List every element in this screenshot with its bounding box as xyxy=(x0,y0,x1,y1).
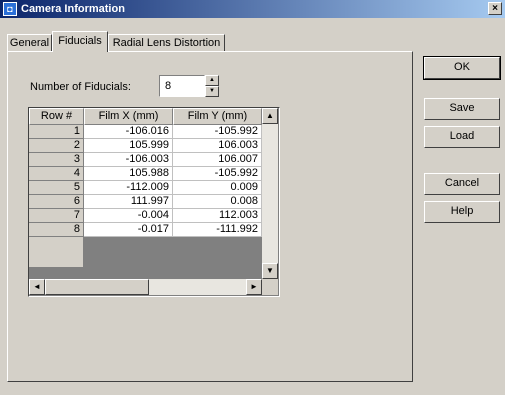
film-y-cell[interactable]: 0.009 xyxy=(173,181,262,195)
row-number-cell[interactable]: 7 xyxy=(29,209,84,223)
horizontal-scrollbar[interactable]: ◄ ► xyxy=(29,279,262,295)
ok-button[interactable]: OK xyxy=(423,56,501,80)
horizontal-scroll-thumb[interactable] xyxy=(45,279,149,295)
load-button[interactable]: Load xyxy=(424,126,500,148)
scrollbar-corner xyxy=(262,279,278,295)
number-of-fiducials-input[interactable]: 8 xyxy=(159,75,205,97)
film-y-cell[interactable]: -105.992 xyxy=(173,125,262,139)
tab-fiducials[interactable]: Fiducials xyxy=(52,31,108,52)
tab-radial-lens-distortion[interactable]: Radial Lens Distortion xyxy=(108,34,225,51)
row-number-cell[interactable]: 8 xyxy=(29,223,84,237)
fiducials-grid: Row # Film X (mm) Film Y (mm) 1 -106.016… xyxy=(28,107,280,297)
spin-up-icon[interactable]: ▲ xyxy=(205,75,219,86)
film-y-cell[interactable]: 112.003 xyxy=(173,209,262,223)
tab-general[interactable]: General xyxy=(7,34,52,51)
row-number-cell[interactable]: 5 xyxy=(29,181,84,195)
film-y-cell[interactable]: 106.003 xyxy=(173,139,262,153)
header-film-x[interactable]: Film X (mm) xyxy=(84,108,173,125)
film-x-cell[interactable]: -106.016 xyxy=(84,125,173,139)
film-x-cell[interactable]: 105.988 xyxy=(84,167,173,181)
title-bar: ◘ Camera Information × xyxy=(0,0,505,18)
row-number-cell[interactable]: 3 xyxy=(29,153,84,167)
help-button[interactable]: Help xyxy=(424,201,500,223)
film-y-cell[interactable]: 0.008 xyxy=(173,195,262,209)
spin-down-icon[interactable]: ▼ xyxy=(205,86,219,97)
row-number-cell[interactable]: 4 xyxy=(29,167,84,181)
header-row-number[interactable]: Row # xyxy=(29,108,84,125)
close-button[interactable]: × xyxy=(488,2,502,15)
scroll-up-icon[interactable]: ▲ xyxy=(262,108,278,124)
camera-app-icon: ◘ xyxy=(3,2,17,16)
row-number-cell[interactable]: 1 xyxy=(29,125,84,139)
header-film-y[interactable]: Film Y (mm) xyxy=(173,108,262,125)
film-y-cell[interactable]: 106.007 xyxy=(173,153,262,167)
cancel-button[interactable]: Cancel xyxy=(424,173,500,195)
vertical-scrollbar[interactable]: ▲ ▼ xyxy=(262,108,278,279)
row-number-cell[interactable]: 2 xyxy=(29,139,84,153)
scroll-right-icon[interactable]: ► xyxy=(246,279,262,295)
scroll-left-icon[interactable]: ◄ xyxy=(29,279,45,295)
film-y-cell[interactable]: -105.992 xyxy=(173,167,262,181)
scroll-down-icon[interactable]: ▼ xyxy=(262,263,278,279)
number-of-fiducials-label: Number of Fiducials: xyxy=(30,81,131,93)
film-x-cell[interactable]: -106.003 xyxy=(84,153,173,167)
window-title: Camera Information xyxy=(21,3,125,15)
film-x-cell[interactable]: -0.004 xyxy=(84,209,173,223)
save-button[interactable]: Save xyxy=(424,98,500,120)
row-number-cell[interactable]: 6 xyxy=(29,195,84,209)
empty-row-header-area xyxy=(29,237,84,267)
film-x-cell[interactable]: -0.017 xyxy=(84,223,173,237)
film-x-cell[interactable]: -112.009 xyxy=(84,181,173,195)
film-x-cell[interactable]: 105.999 xyxy=(84,139,173,153)
film-x-cell[interactable]: 111.997 xyxy=(84,195,173,209)
film-y-cell[interactable]: -111.992 xyxy=(173,223,262,237)
